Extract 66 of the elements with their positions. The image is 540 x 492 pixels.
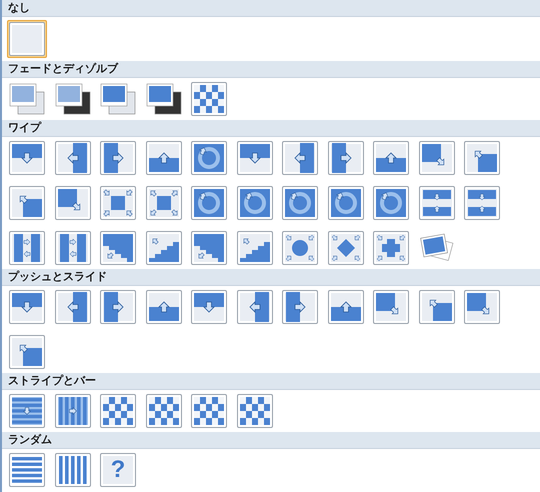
slide-arrow-icon (328, 141, 364, 175)
shape-arrows-icon (328, 231, 364, 265)
section-header: なし (2, 0, 540, 17)
checkerboard-icon (146, 394, 182, 428)
checkerboard-icon (100, 394, 136, 428)
circular-arrow-icon (328, 186, 364, 220)
slide-arrow-icon (236, 290, 272, 324)
corner-arrow-icon (9, 186, 45, 220)
shape-arrows-icon (282, 231, 318, 265)
stripes-icon (54, 453, 90, 487)
slide-arrow-icon (328, 290, 364, 324)
stacked-slides-icon (100, 82, 136, 116)
stacked-slides-icon (54, 82, 90, 116)
stripes-icon (54, 394, 90, 428)
section-header: ランダム (2, 432, 540, 449)
circular-arrow-icon (236, 186, 272, 220)
slide-arrow-icon (54, 290, 90, 324)
stacked-slides-icon (146, 82, 182, 116)
corner-arrow-icon (54, 186, 90, 220)
slide-arrow-icon (100, 290, 136, 324)
corner-arrow-icon (418, 141, 454, 175)
checkerboard-icon (236, 394, 272, 428)
corner-arrow-icon (418, 290, 454, 324)
section-header: ストライプとバー (2, 373, 540, 390)
split-arrows-icon (9, 231, 45, 265)
slide-arrow-icon (146, 290, 182, 324)
shape-arrows-icon (373, 231, 409, 265)
split-arrows-icon (418, 186, 454, 220)
circular-arrow-icon (191, 141, 227, 175)
stacked-slides-icon (9, 82, 45, 116)
corner-arrow-icon (9, 335, 45, 369)
slide-arrow-icon (146, 141, 182, 175)
checkerboard-icon (191, 394, 227, 428)
corner-arrow-icon (464, 141, 500, 175)
slide-arrow-icon (9, 141, 45, 175)
slide-arrow-icon (236, 141, 272, 175)
checkerboard-icon (191, 82, 227, 116)
diagonal-arrows-icon (100, 186, 136, 220)
split-arrows-icon (54, 231, 90, 265)
stripes-icon (9, 453, 45, 487)
split-arrows-icon (464, 186, 500, 220)
slide-arrow-icon (100, 141, 136, 175)
staircase-icon (236, 231, 272, 265)
section-header: ワイプ (2, 120, 540, 137)
slide-arrow-icon (54, 141, 90, 175)
slide-arrow-icon (373, 141, 409, 175)
corner-arrow-icon (373, 290, 409, 324)
circular-arrow-icon (191, 186, 227, 220)
slide-arrow-icon (9, 290, 45, 324)
staircase-icon (191, 231, 227, 265)
corner-arrow-icon (464, 290, 500, 324)
blank-slide-icon (9, 22, 45, 56)
transition-button[interactable]: ? (98, 451, 138, 489)
staircase-icon (146, 231, 182, 265)
diagonal-arrows-icon (146, 186, 182, 220)
stripes-icon (9, 394, 45, 428)
section-header: プッシュとスライド (2, 269, 540, 286)
circular-arrow-icon (282, 186, 318, 220)
circular-arrow-icon (373, 186, 409, 220)
slide-arrow-icon (191, 290, 227, 324)
question-mark: ? (110, 458, 126, 482)
staircase-icon (100, 231, 136, 265)
question-mark-icon (100, 453, 136, 487)
slide-arrow-icon (282, 290, 318, 324)
slide-arrow-icon (282, 141, 318, 175)
section-header: フェードとディゾルブ (2, 61, 540, 78)
